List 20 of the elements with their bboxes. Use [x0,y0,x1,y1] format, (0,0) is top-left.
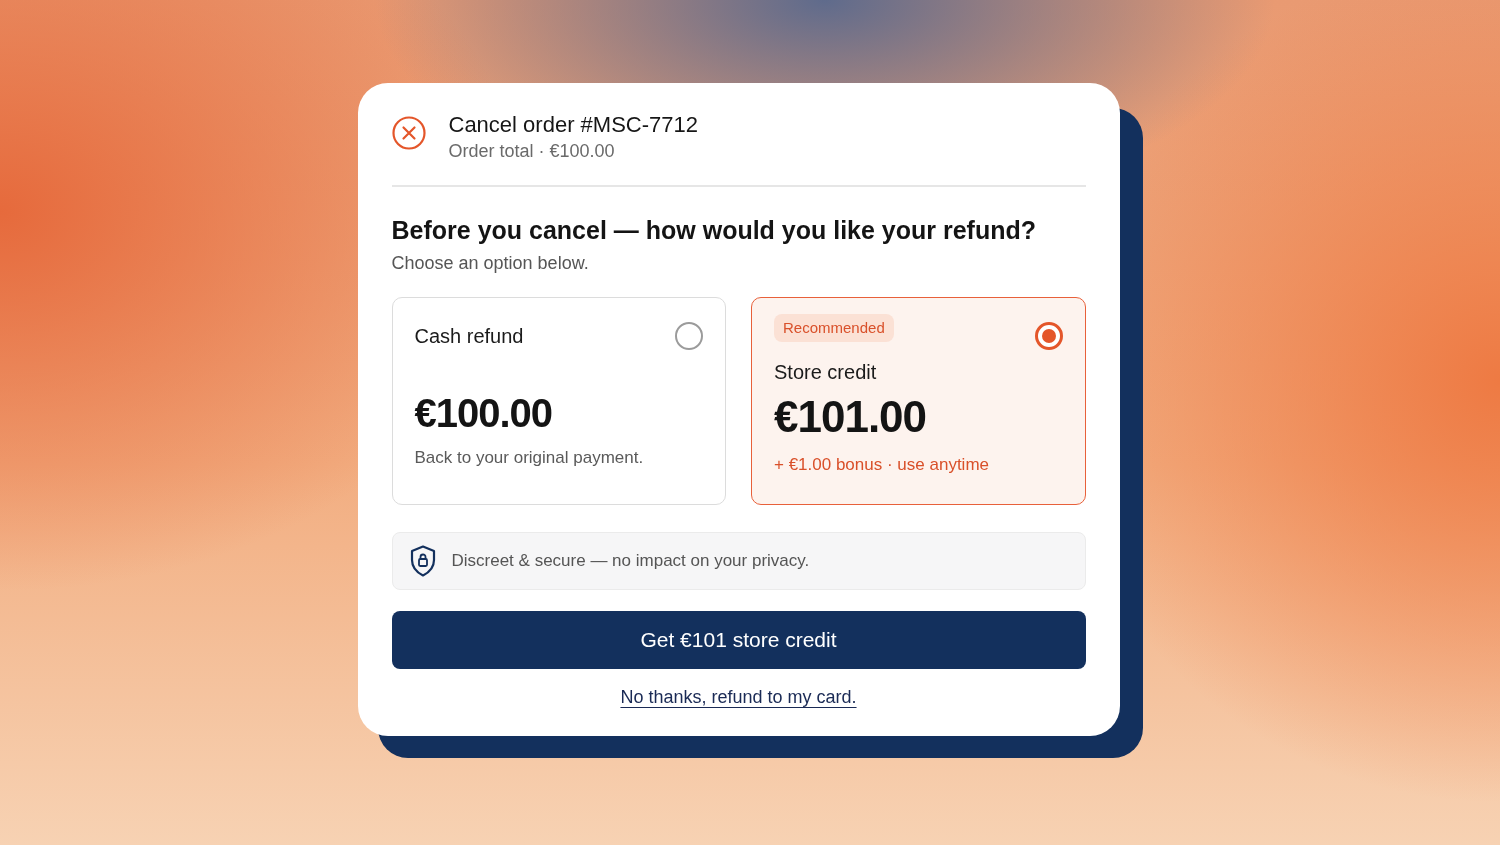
shield-lock-icon [409,545,436,577]
radio-button[interactable] [1034,322,1063,350]
recommendation-badge: Recommended [774,314,894,342]
order-total: Order total · €100.00 [448,140,616,163]
refund-option-card[interactable]: Cash refund €100.00 Back to your original payment. [391,297,726,505]
question-hint: Choose an option below. [391,252,590,275]
decline-link[interactable]: No thanks, refund to my card. [620,684,857,710]
option-title: Cash refund [414,324,524,349]
notice-text: Discreet & secure — no impact on your privacy. [451,550,810,573]
store-credit-button[interactable]: Get €101 store credit [391,611,1086,669]
order-title: Cancel order #MSC-7712 [448,111,698,139]
option-title: Store credit [774,360,878,385]
refund-option-card[interactable]: Recommended Store credit €101.00 + €1.00 bonus · use anytime [751,297,1086,505]
option-amount: €100.00 [414,390,554,437]
option-note: + €1.00 bonus · use anytime [774,454,990,476]
option-note: Back to your original payment. [414,447,645,469]
question-heading: Before you cancel — how would you like your refund? [391,215,1038,246]
option-amount: €101.00 [774,391,928,443]
x-circle-icon [391,116,426,150]
radio-button[interactable] [675,322,703,350]
